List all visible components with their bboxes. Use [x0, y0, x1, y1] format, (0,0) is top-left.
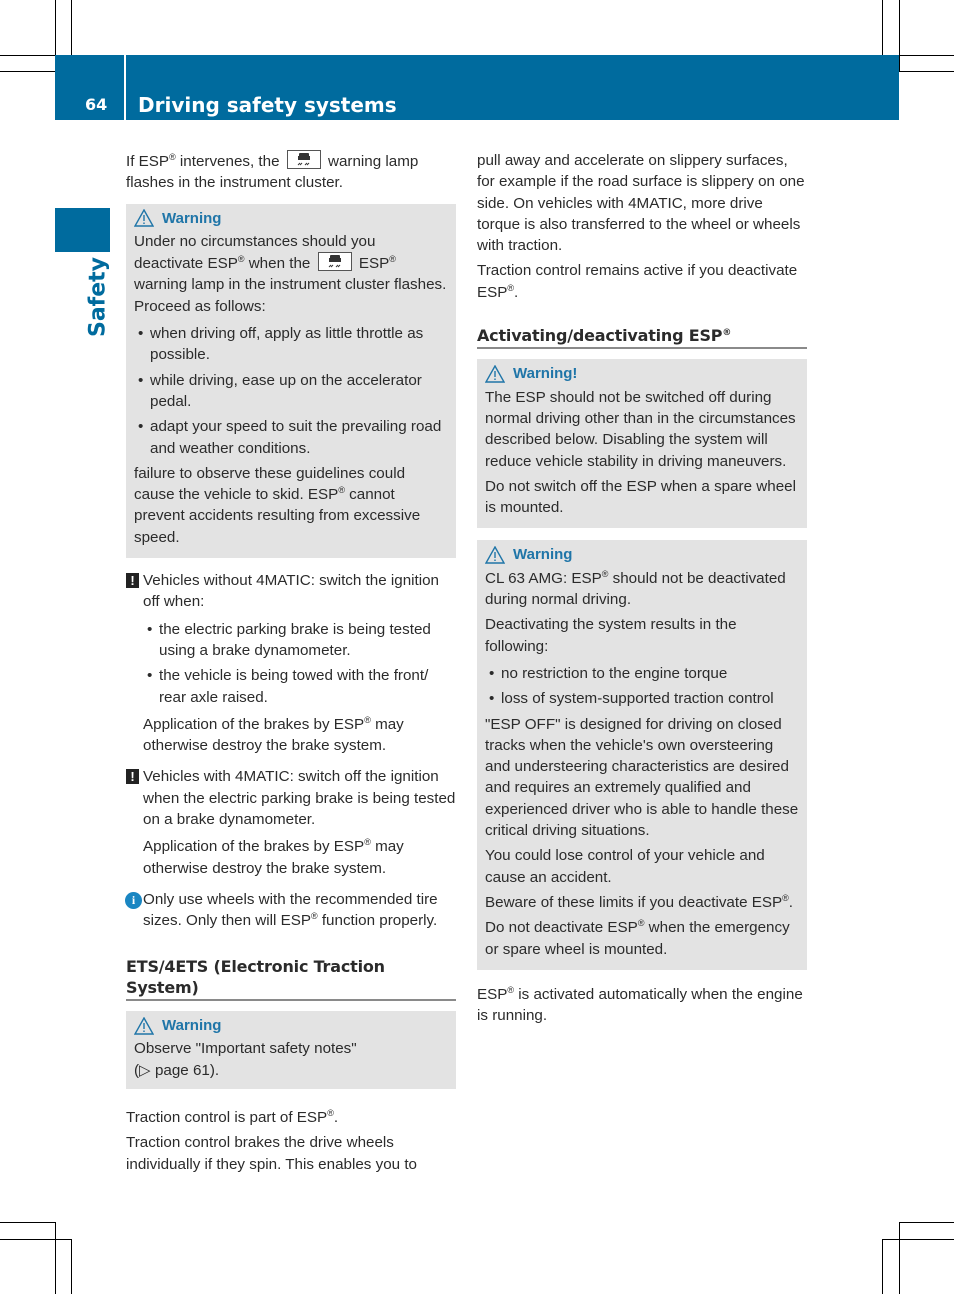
- crop-mark: [0, 1222, 55, 1223]
- warning-box: Warning Under no circumstances should yo…: [126, 203, 456, 559]
- esp-skid-lamp-icon: [286, 150, 321, 169]
- warning-title: Warning: [162, 209, 222, 227]
- warning-title: Warning: [162, 1017, 222, 1035]
- crop-mark: [882, 1239, 954, 1240]
- body-paragraph: Traction control is part of ESP®.: [126, 1107, 339, 1126]
- side-tab-label: Safety: [85, 256, 111, 338]
- crop-mark: [882, 0, 883, 55]
- note-text: Vehicles with 4MATIC: switch off the ign…: [143, 768, 456, 829]
- section-heading: Activating/deactivating ESP®: [477, 325, 807, 350]
- warning-text: The ESP should not be switched off durin…: [485, 388, 796, 470]
- warning-triangle-icon: [485, 365, 505, 383]
- list-item: adapt your speed to suit the prevailing …: [134, 416, 448, 459]
- warning-box: Warning CL 63 AMG: ESP® should not be de…: [477, 540, 807, 970]
- list-item: when driving off, apply as little thrott…: [134, 323, 448, 366]
- list-item: the vehicle is being towed with the fron…: [143, 665, 456, 708]
- chapter-header-band: Driving safety systems: [126, 55, 899, 120]
- exclamation-icon: !: [126, 769, 139, 785]
- note-text: Vehicles without 4MATIC: switch the igni…: [143, 572, 440, 611]
- crop-mark: [899, 1222, 900, 1294]
- crop-mark: [899, 71, 954, 72]
- section-heading: ETS/4ETS (Electronic Traction System): [126, 956, 456, 1002]
- side-tab-marker: [55, 208, 110, 252]
- warning-triangle-icon: [134, 1016, 154, 1035]
- body-paragraph: Traction control brakes the drive wheels…: [126, 1134, 417, 1173]
- caution-note: ! Vehicles without 4MATIC: switch the ig…: [126, 570, 456, 756]
- intro-paragraph: If ESP® intervenes, the warning lamp fla…: [126, 150, 419, 192]
- warning-triangle-icon: [485, 546, 505, 564]
- crop-mark: [55, 1222, 56, 1294]
- crop-mark: [0, 71, 55, 72]
- note-text: Only use wheels with the recommended tir…: [143, 890, 438, 930]
- crop-mark: [0, 55, 55, 56]
- note-text: Application of the brakes by ESP® may ot…: [143, 714, 404, 755]
- note-bullet-list: the electric parking brake is being test…: [143, 619, 456, 708]
- warning-text: Beware of these limits if you deactivate…: [485, 892, 794, 911]
- crop-mark: [55, 0, 56, 55]
- warning-triangle-icon: [134, 209, 154, 227]
- warning-box: Warning! The ESP should not be switched …: [477, 359, 807, 529]
- warning-title: Warning: [513, 546, 573, 564]
- crop-mark: [0, 1239, 71, 1240]
- left-column: If ESP® intervenes, the warning lamp fla…: [125, 150, 456, 1179]
- warning-text: CL 63 AMG: ESP® should not be deactivate…: [485, 568, 786, 609]
- crop-mark: [882, 1239, 883, 1294]
- chapter-title: Driving safety systems: [138, 92, 397, 117]
- warning-text: Do not deactivate ESP® when the emergenc…: [485, 918, 790, 958]
- list-item: while driving, ease up on the accelerato…: [134, 370, 448, 413]
- body-paragraph: ESP® is activated automatically when the…: [477, 984, 803, 1025]
- warning-box: Warning Observe "Important safety notes"…: [126, 1011, 456, 1089]
- warning-text: Deactivating the system results in the f…: [485, 616, 737, 655]
- exclamation-icon: !: [126, 573, 139, 589]
- warning-text: Do not switch off the ESP when a spare w…: [485, 477, 796, 517]
- crop-mark: [899, 1222, 954, 1223]
- page-number: 64: [85, 94, 108, 114]
- warning-title: Warning!: [513, 365, 578, 383]
- warning-bullet-list: when driving off, apply as little thrott…: [134, 323, 448, 459]
- crop-mark: [71, 0, 72, 55]
- warning-text: Under no circumstances should you deacti…: [134, 232, 447, 315]
- list-item: no restriction to the engine torque: [485, 663, 799, 685]
- crop-mark: [899, 0, 900, 71]
- info-note: i Only use wheels with the recommended t…: [125, 889, 456, 932]
- caution-note: ! Vehicles with 4MATIC: switch off the i…: [126, 766, 456, 878]
- crop-mark: [71, 1239, 72, 1294]
- body-paragraph: pull away and accelerate on slippery sur…: [477, 152, 805, 255]
- page-number-band: 64: [55, 55, 124, 120]
- list-item: loss of system-supported traction contro…: [485, 688, 799, 710]
- warning-text: You could lose control of your vehicle a…: [485, 847, 765, 886]
- list-item: the electric parking brake is being test…: [143, 619, 456, 662]
- warning-text: Observe "Important safety notes": [134, 1040, 357, 1058]
- info-icon: i: [125, 891, 142, 909]
- right-column: pull away and accelerate on slippery sur…: [477, 150, 807, 1030]
- warning-bullet-list: no restriction to the engine torque loss…: [485, 663, 799, 710]
- crop-mark: [899, 55, 954, 56]
- warning-text: failure to observe these guidelines coul…: [134, 464, 421, 546]
- body-paragraph: Traction control remains active if you d…: [477, 262, 798, 301]
- note-text: Application of the brakes by ESP® may ot…: [143, 837, 404, 877]
- warning-text: "ESP OFF" is designed for driving on clo…: [485, 715, 799, 840]
- esp-skid-lamp-icon: [317, 252, 352, 272]
- page-reference-link[interactable]: (▷ page 61).: [134, 1060, 448, 1081]
